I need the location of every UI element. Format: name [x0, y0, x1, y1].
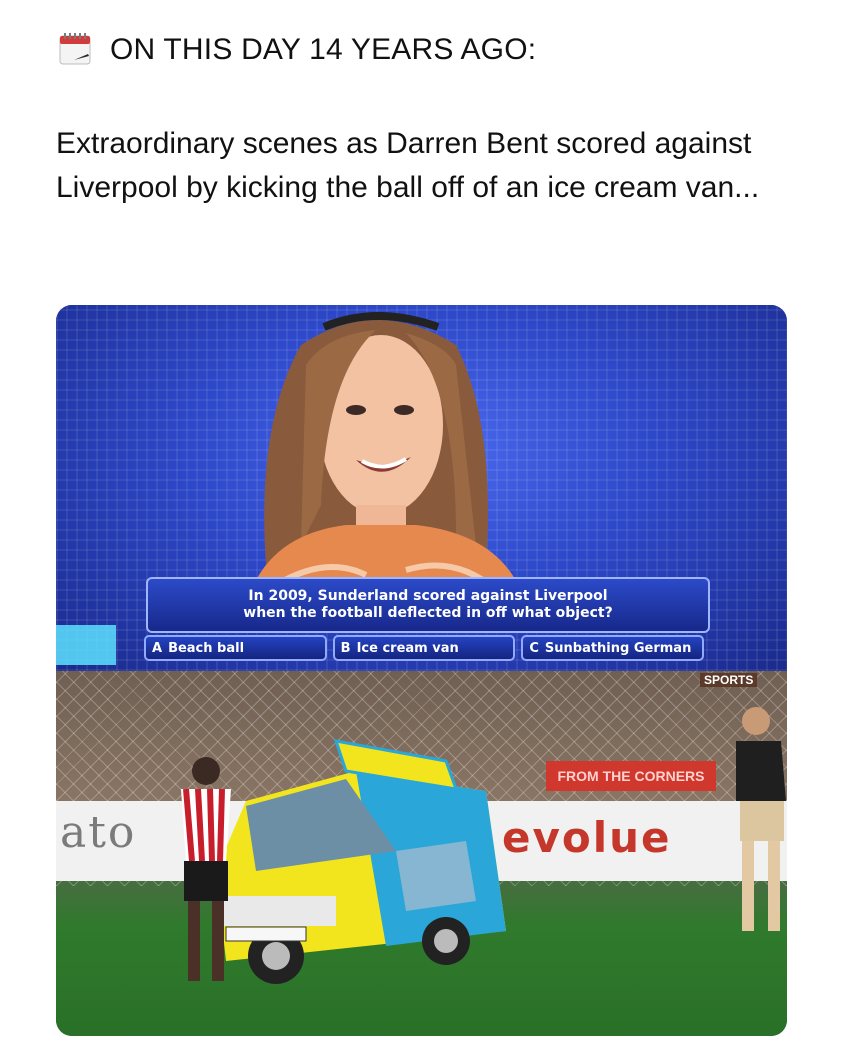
post-title: ON THIS DAY 14 YEARS AGO:: [110, 33, 537, 66]
contestant-figure: [246, 312, 526, 605]
answer-text: Ice cream van: [356, 640, 459, 656]
post-header: ON THIS DAY 14 YEARS AGO:: [56, 28, 536, 72]
post-caption: Extraordinary scenes as Darren Bent scor…: [56, 127, 760, 204]
answer-letter: A: [152, 640, 163, 656]
answer-letter: B: [340, 640, 351, 656]
overlay-accent-left: [56, 625, 116, 665]
football-pitch-panel: ato evolue FROM THE CORNERS SPORTS: [56, 671, 787, 1036]
meme-image[interactable]: In 2009, Sunderland scored against Liver…: [56, 305, 787, 1036]
answer-letter: C: [529, 640, 539, 656]
answer-b: B Ice cream van: [332, 635, 516, 661]
sunderland-player: [181, 757, 231, 981]
quiz-question-box: In 2009, Sunderland scored against Liver…: [146, 577, 710, 633]
answer-c: C Sunbathing German: [521, 635, 705, 661]
question-line-2: when the football deflected in off what …: [243, 605, 613, 621]
question-line-1: In 2009, Sunderland scored against Liver…: [248, 588, 608, 604]
calendar-icon: [56, 30, 96, 70]
quiz-answers: A Beach ball B Ice cream van C Sunbathin…: [144, 635, 705, 661]
liverpool-player: [736, 707, 786, 931]
players: [181, 707, 786, 981]
answer-text: Sunbathing German: [544, 640, 692, 656]
quiz-show-panel: In 2009, Sunderland scored against Liver…: [56, 305, 787, 671]
answer-text: Beach ball: [168, 640, 245, 656]
answer-a: A Beach ball: [144, 635, 327, 661]
